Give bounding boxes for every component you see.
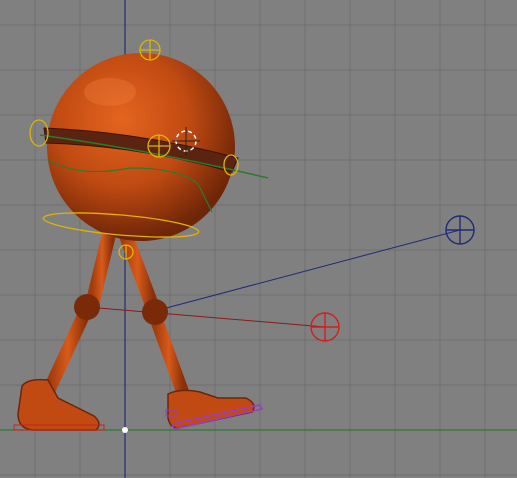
red-pole-target[interactable] [310, 312, 340, 342]
3d-viewport[interactable] [0, 0, 517, 478]
grid-lines [0, 0, 517, 478]
yellow-center-control[interactable] [147, 134, 171, 158]
origin-point-icon [122, 427, 128, 433]
blue-pole-target[interactable] [445, 215, 475, 245]
viewport-canvas[interactable] [0, 0, 517, 478]
blue-pole-target-line [154, 229, 461, 312]
yellow-head-control[interactable] [139, 39, 161, 61]
back-knee-joint[interactable] [74, 294, 100, 320]
front-leg[interactable] [115, 218, 264, 430]
back-leg[interactable] [13, 215, 119, 431]
front-knee-joint[interactable] [142, 299, 168, 325]
red-pole-target-line [86, 306, 326, 328]
back-foot[interactable] [17, 378, 100, 431]
sphere-highlight [84, 78, 136, 106]
